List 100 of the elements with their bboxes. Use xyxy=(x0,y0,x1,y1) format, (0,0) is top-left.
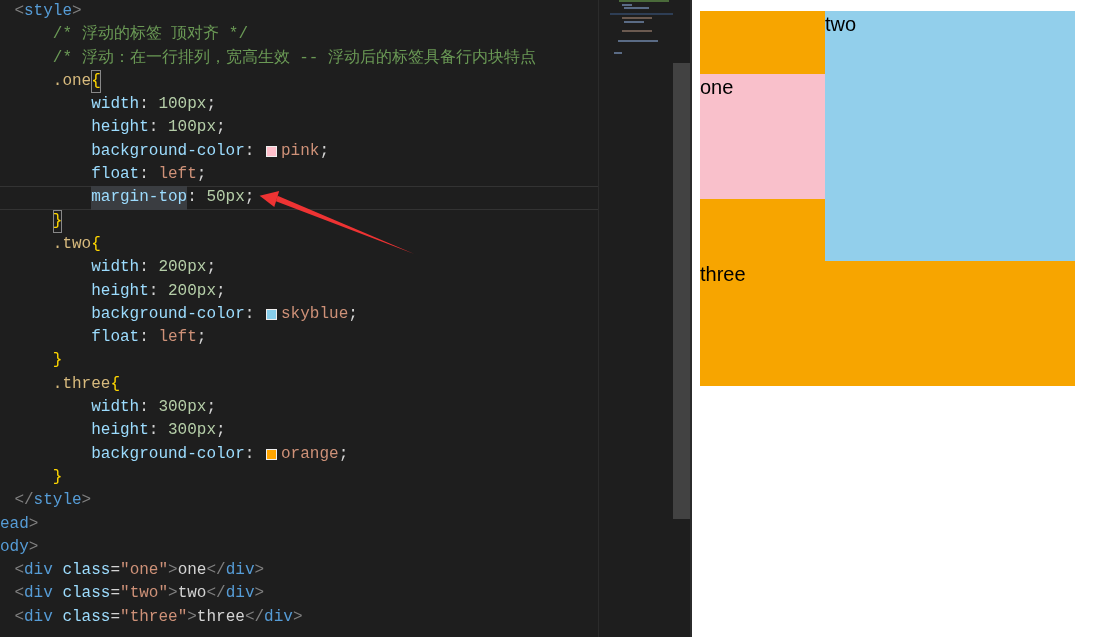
code-token: > xyxy=(292,606,303,628)
code-token: div xyxy=(24,583,53,605)
code-token: < xyxy=(14,606,24,628)
code-token: : xyxy=(187,187,197,209)
code-token: ; xyxy=(216,420,226,442)
code-token: = xyxy=(110,606,121,628)
code-token: background-color xyxy=(91,140,245,162)
code-token: = xyxy=(110,560,121,582)
code-token: : xyxy=(148,420,159,442)
code-token: pink xyxy=(281,140,320,162)
code-token: ; xyxy=(319,140,330,162)
code-token: : xyxy=(139,327,149,349)
code-token: ; xyxy=(196,164,207,186)
code-token: width xyxy=(91,94,140,116)
code-token: ; xyxy=(206,397,217,419)
code-token: { xyxy=(110,373,120,395)
code-token: left xyxy=(158,164,197,186)
code-token: "one" xyxy=(120,560,169,582)
code-token: < xyxy=(14,1,24,22)
matched-bracket: } xyxy=(52,209,63,233)
minimap[interactable] xyxy=(598,0,673,637)
code-token: </ xyxy=(244,606,265,628)
code-token: div xyxy=(225,560,255,582)
code-token: : xyxy=(244,303,255,325)
box-label: two xyxy=(825,13,857,35)
code-token: </ xyxy=(14,490,34,512)
code-token: class xyxy=(62,606,111,628)
code-token: </ xyxy=(206,560,226,582)
code-token: 300px xyxy=(158,397,207,419)
code-token: : xyxy=(139,397,149,419)
code-token: : xyxy=(139,257,149,279)
code-token: ; xyxy=(244,187,255,209)
code-token: "three" xyxy=(120,606,188,628)
code-token: = xyxy=(110,583,121,605)
code-token: ; xyxy=(206,257,217,279)
code-token: < xyxy=(14,560,24,582)
code-token: height xyxy=(91,117,149,139)
code-token: 100px xyxy=(158,94,207,116)
code-token: : xyxy=(148,280,159,302)
code-token: : xyxy=(148,117,159,139)
code-token: : xyxy=(244,140,255,162)
code-token: class xyxy=(62,560,111,582)
code-token: > xyxy=(72,1,82,22)
code-token: { xyxy=(91,233,101,255)
code-token: two xyxy=(177,583,207,605)
code-token: < xyxy=(14,583,24,605)
code-token: ody xyxy=(0,536,29,558)
code-token: ; xyxy=(338,443,349,465)
code-token: > xyxy=(168,583,178,605)
code-token: div xyxy=(24,606,53,628)
code-token: height xyxy=(91,420,149,442)
code-token: width xyxy=(91,257,140,279)
code-token: > xyxy=(81,490,92,512)
code-token: } xyxy=(52,466,63,488)
code-token: 200px xyxy=(158,257,207,279)
code-token: width xyxy=(91,397,140,419)
code-token: class xyxy=(62,583,111,605)
code-token: float xyxy=(91,327,140,349)
code-token: ; xyxy=(196,327,207,349)
code-token: 100px xyxy=(168,117,216,139)
code-token: style xyxy=(33,490,82,512)
code-token: : xyxy=(244,443,255,465)
code-token: 50px xyxy=(206,187,245,209)
code-token: style xyxy=(24,1,72,22)
code-token: background-color xyxy=(91,303,245,325)
code-token: orange xyxy=(281,443,339,465)
code-comment: /* 浮动的标签 顶对齐 */ xyxy=(52,23,248,46)
code-token: skyblue xyxy=(281,303,349,325)
code-token: height xyxy=(91,280,149,302)
selected-code: margin-top xyxy=(91,186,188,210)
code-token: > xyxy=(168,560,178,582)
code-token: .three xyxy=(52,373,111,395)
code-token: 200px xyxy=(168,280,216,302)
code-token: > xyxy=(187,606,197,628)
code-token: "two" xyxy=(120,583,169,605)
code-token: ; xyxy=(216,280,226,302)
code-token: ; xyxy=(348,303,358,325)
code-token: > xyxy=(28,536,39,558)
box-label: three xyxy=(700,263,746,285)
code-token: three xyxy=(196,606,245,628)
code-token: div xyxy=(24,560,53,582)
code-token: > xyxy=(254,583,265,605)
code-token: : xyxy=(139,164,149,186)
code-comment: /* 浮动：在一行排列，宽高生效 -- 浮动后的标签具备行内块特点 xyxy=(52,47,536,69)
code-token: background-color xyxy=(91,443,245,465)
code-token: 300px xyxy=(168,420,216,442)
code-token: ead xyxy=(0,513,29,535)
code-token: div xyxy=(225,583,255,605)
code-token: .two xyxy=(52,233,92,255)
code-token: left xyxy=(158,327,197,349)
code-token: .one xyxy=(52,70,92,92)
code-token: > xyxy=(28,513,39,535)
code-token: one xyxy=(177,560,207,582)
box-label: one xyxy=(700,76,734,98)
code-token: div xyxy=(264,606,293,628)
code-token: > xyxy=(254,560,265,582)
code-token: ; xyxy=(206,94,217,116)
code-token: </ xyxy=(206,583,226,605)
scrollbar-thumb[interactable] xyxy=(673,63,690,519)
code-token: : xyxy=(139,94,149,116)
